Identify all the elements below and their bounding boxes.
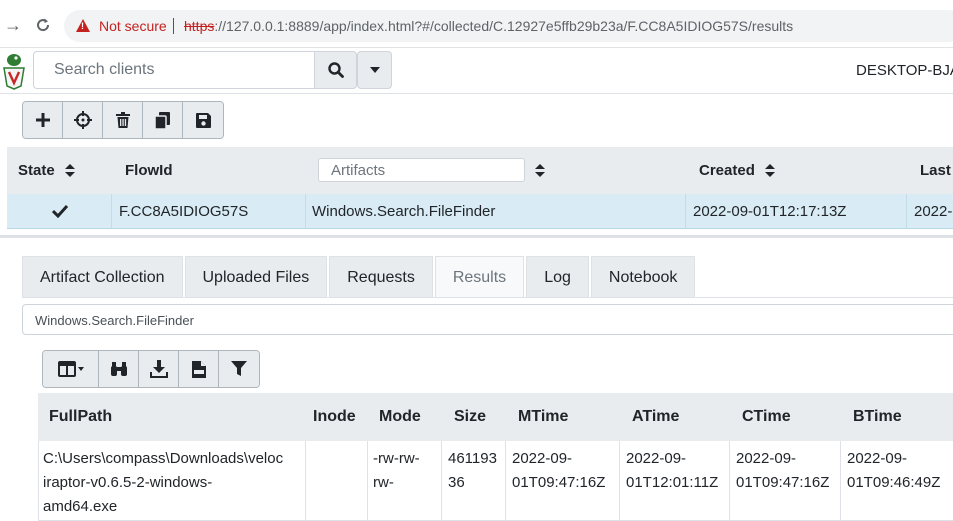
column-divider bbox=[441, 441, 442, 521]
column-divider bbox=[305, 441, 306, 521]
column-header-flowid: FlowId bbox=[125, 147, 173, 194]
tab-artifact-collection[interactable]: Artifact Collection bbox=[22, 256, 183, 298]
browser-address-bar: → Not secure https://127.0.0.1:8889/app/… bbox=[0, 0, 953, 48]
tab-uploaded-files[interactable]: Uploaded Files bbox=[184, 256, 328, 298]
column-divider bbox=[367, 441, 368, 521]
column-divider bbox=[505, 441, 506, 521]
warning-icon bbox=[76, 19, 90, 32]
search-icon bbox=[327, 62, 344, 78]
column-divider bbox=[906, 194, 907, 229]
sort-icon[interactable] bbox=[535, 164, 545, 178]
fullpath-cell: C:\Users\compass\Downloads\veloc iraptor… bbox=[43, 450, 284, 515]
column-header-size[interactable]: Size bbox=[454, 393, 486, 441]
search-button[interactable] bbox=[314, 51, 357, 89]
filter-results-button[interactable] bbox=[219, 351, 259, 387]
forward-arrow-icon[interactable]: → bbox=[2, 14, 24, 36]
column-last-label: Last bbox=[920, 162, 951, 179]
flows-table-header: State FlowId Created Last bbox=[7, 147, 953, 194]
url-text: https://127.0.0.1:8889/app/index.html?#/… bbox=[184, 18, 793, 34]
tabs-divider bbox=[22, 297, 953, 298]
tab-requests[interactable]: Requests bbox=[329, 256, 433, 298]
results-table-header: FullPath Inode Mode Size MTime ATime CTi… bbox=[38, 393, 953, 441]
plus-icon bbox=[35, 113, 50, 127]
ctime-cell: 2022-09- 01T09:47:16Z bbox=[736, 450, 830, 491]
velociraptor-logo-icon[interactable] bbox=[2, 52, 26, 90]
url-scheme: https bbox=[184, 18, 215, 34]
search-options-dropdown[interactable] bbox=[357, 51, 392, 89]
created-cell: 2022-09-01T12:17:13Z bbox=[693, 203, 847, 220]
btime-cell: 2022-09- 01T09:46:49Z bbox=[847, 450, 941, 491]
size-cell: 461193 36 bbox=[448, 450, 497, 491]
table-row[interactable]: F.CC8A5IDIOG57S Windows.Search.FileFinde… bbox=[7, 194, 953, 229]
binoculars-icon bbox=[110, 362, 127, 376]
column-header-created[interactable]: Created bbox=[699, 147, 775, 194]
pane-splitter[interactable] bbox=[0, 235, 953, 238]
column-header-state[interactable]: State bbox=[18, 147, 75, 194]
save-icon bbox=[195, 112, 211, 128]
artifacts-filter-input[interactable] bbox=[318, 158, 525, 182]
column-header-atime[interactable]: ATime bbox=[632, 393, 679, 441]
last-active-cell: 2022- bbox=[914, 203, 953, 220]
flow-details-tabs: Artifact Collection Uploaded Files Reque… bbox=[22, 256, 697, 298]
column-header-mtime[interactable]: MTime bbox=[518, 393, 568, 441]
url-field[interactable]: Not secure https://127.0.0.1:8889/app/in… bbox=[64, 10, 953, 42]
table-row[interactable]: C:\Users\compass\Downloads\veloc iraptor… bbox=[38, 441, 953, 521]
csv-file-icon bbox=[191, 360, 206, 378]
search-results-button[interactable] bbox=[99, 351, 139, 387]
columns-icon bbox=[57, 361, 84, 377]
check-icon bbox=[52, 204, 68, 218]
column-divider bbox=[840, 441, 841, 521]
sort-icon[interactable] bbox=[764, 164, 775, 178]
mode-cell: -rw-rw- rw- bbox=[373, 450, 420, 491]
crosshairs-icon bbox=[73, 111, 92, 129]
column-divider bbox=[729, 441, 730, 521]
column-divider bbox=[38, 441, 39, 521]
flow-id-cell: F.CC8A5IDIOG57S bbox=[119, 203, 249, 220]
url-separator bbox=[173, 18, 174, 34]
tab-results[interactable]: Results bbox=[434, 256, 525, 298]
caret-down-icon bbox=[369, 67, 380, 73]
results-toolbar bbox=[42, 350, 260, 388]
column-header-btime[interactable]: BTime bbox=[853, 393, 902, 441]
atime-cell: 2022-09- 01T12:01:11Z bbox=[626, 450, 719, 491]
column-divider bbox=[619, 441, 620, 521]
column-state-label: State bbox=[18, 162, 55, 179]
save-flow-button[interactable] bbox=[183, 102, 223, 138]
column-divider bbox=[685, 194, 686, 229]
tab-log[interactable]: Log bbox=[526, 256, 589, 298]
delete-flow-button[interactable] bbox=[103, 102, 143, 138]
download-csv-button[interactable] bbox=[179, 351, 219, 387]
copy-flow-button[interactable] bbox=[143, 102, 183, 138]
client-hostname: DESKTOP-BJA bbox=[856, 62, 953, 79]
security-status: Not secure bbox=[99, 18, 167, 34]
url-path: ://127.0.0.1:8889/app/index.html?#/colle… bbox=[214, 18, 794, 34]
hunt-flow-button[interactable] bbox=[63, 102, 103, 138]
column-header-ctime[interactable]: CTime bbox=[742, 393, 791, 441]
artifact-select[interactable]: Windows.Search.FileFinder bbox=[22, 304, 953, 335]
filter-icon bbox=[231, 361, 247, 376]
search-clients-input[interactable] bbox=[33, 51, 315, 89]
sort-icon[interactable] bbox=[64, 164, 75, 178]
download-icon bbox=[149, 360, 168, 378]
column-header-artifacts-sort[interactable] bbox=[535, 147, 545, 194]
column-created-label: Created bbox=[699, 162, 755, 179]
column-divider bbox=[305, 194, 306, 229]
column-header-mode[interactable]: Mode bbox=[379, 393, 421, 441]
column-divider bbox=[111, 194, 112, 229]
mtime-cell: 2022-09- 01T09:47:16Z bbox=[512, 450, 606, 491]
tab-notebook[interactable]: Notebook bbox=[590, 256, 696, 298]
column-header-fullpath[interactable]: FullPath bbox=[49, 393, 112, 441]
app-header: DESKTOP-BJA bbox=[0, 48, 953, 94]
column-selector-button[interactable] bbox=[43, 351, 99, 387]
trash-icon bbox=[115, 112, 130, 128]
download-json-button[interactable] bbox=[139, 351, 179, 387]
column-header-inode[interactable]: Inode bbox=[313, 393, 356, 441]
reload-icon[interactable] bbox=[32, 14, 54, 36]
new-collection-button[interactable] bbox=[23, 102, 63, 138]
artifacts-cell: Windows.Search.FileFinder bbox=[312, 203, 496, 220]
copy-icon bbox=[155, 111, 170, 129]
column-header-last[interactable]: Last bbox=[920, 147, 951, 194]
flows-toolbar bbox=[22, 101, 224, 139]
column-flowid-label: FlowId bbox=[125, 162, 173, 179]
